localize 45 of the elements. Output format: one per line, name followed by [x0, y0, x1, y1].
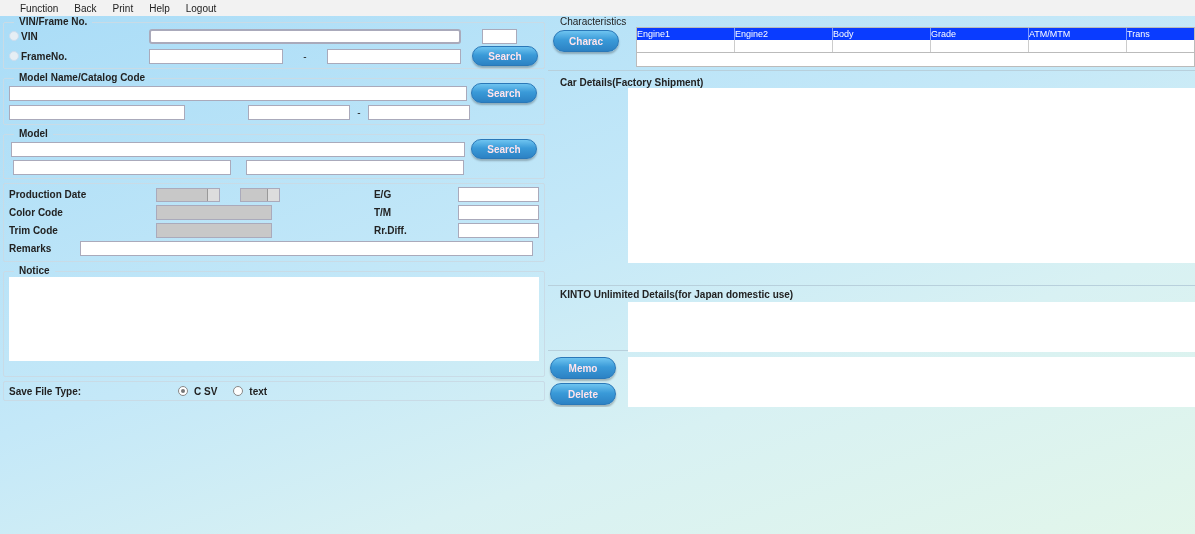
radio-button[interactable] [233, 386, 244, 396]
input-field[interactable] [246, 159, 464, 175]
field-label: Color Code [9, 206, 64, 220]
spinner-icon[interactable] [267, 188, 279, 201]
input-field[interactable] [458, 223, 539, 238]
input-field[interactable] [458, 205, 539, 220]
input-field[interactable] [458, 187, 539, 202]
field-label: Save File Type: [9, 384, 83, 399]
input-field[interactable] [482, 28, 517, 44]
field-label: Trim Code [9, 224, 59, 238]
input-field[interactable] [149, 28, 461, 44]
input-field[interactable] [248, 104, 350, 120]
field-label: T/M [373, 206, 393, 220]
field-label: Remarks [9, 242, 53, 256]
spin-field[interactable] [240, 187, 280, 202]
input-field[interactable] [9, 85, 467, 101]
input-field[interactable] [327, 48, 461, 64]
section-title: Model Name/Catalog Code [18, 73, 147, 83]
menu-item[interactable]: Function [12, 0, 67, 16]
menu-item[interactable]: Logout [177, 0, 225, 16]
menu-item[interactable]: Back [66, 0, 105, 16]
separator-text: - [302, 49, 308, 64]
menu-item[interactable]: Help [141, 0, 178, 16]
radio-label: C SV [194, 384, 218, 399]
section-title: Car Details(Factory Shipment) [559, 77, 705, 88]
input-field[interactable] [11, 141, 465, 157]
radio-label: text [249, 384, 268, 399]
input-field[interactable] [9, 104, 185, 120]
section-title: Characteristics [559, 16, 628, 27]
input-field[interactable] [13, 159, 231, 175]
separator-text: - [356, 105, 362, 120]
field-label: Rr.Diff. [373, 224, 408, 238]
field-label: E/G [373, 188, 393, 202]
section-title: Model [18, 129, 49, 139]
radio-button[interactable] [178, 386, 188, 396]
input-field[interactable] [368, 104, 470, 120]
section-title: Notice [18, 266, 51, 276]
input-field[interactable] [149, 48, 283, 64]
section-title: VIN/Frame No. [18, 17, 89, 27]
menu-item[interactable]: Print [104, 0, 142, 16]
radio-label: VIN [21, 29, 38, 44]
section-title: KINTO Unlimited Details(for Japan domestic use) [559, 288, 795, 300]
field-label: Production Date [9, 188, 88, 202]
input-field[interactable] [80, 241, 533, 256]
radio-label: FrameNo. [21, 49, 68, 64]
